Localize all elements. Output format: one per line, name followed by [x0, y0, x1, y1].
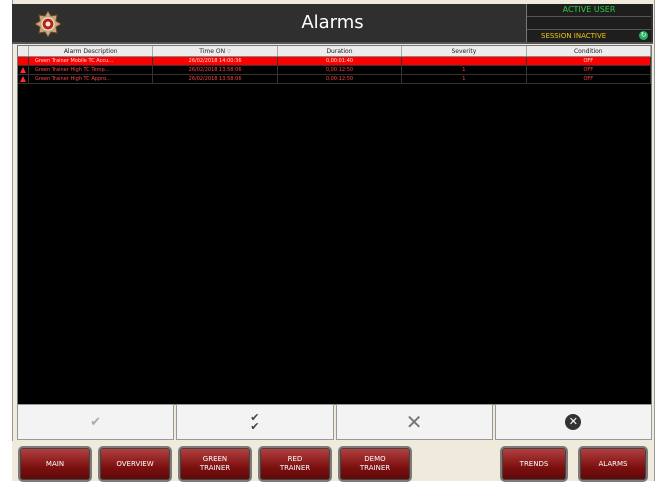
session-status[interactable]: SESSION INACTIVE ↻: [527, 30, 651, 42]
active-user-label: ACTIVE USER: [527, 4, 651, 17]
nav-green-trainer-label: GREEN TRAINER: [199, 455, 231, 472]
double-check-icon: ✔ ✔: [250, 411, 260, 433]
user-name-field: [527, 17, 651, 30]
column-header-severity[interactable]: Severity: [401, 46, 527, 57]
check-icon: ✔: [90, 414, 102, 430]
alarm-action-bar: ✔ ✔ ✔ ✕ ✕: [17, 404, 652, 440]
close-alarms-button[interactable]: ✕: [494, 404, 652, 440]
alarm-condition: OFF: [526, 74, 652, 84]
header-bar: Alarms ACTIVE USER SESSION INACTIVE ↻: [12, 4, 653, 44]
nav-demo-trainer-button[interactable]: DEMO TRAINER: [338, 446, 412, 482]
alarm-duration: 0,00:01:40: [277, 56, 403, 66]
nav-green-trainer-button[interactable]: GREEN TRAINER: [178, 446, 252, 482]
user-status-panel: ACTIVE USER SESSION INACTIVE ↻: [526, 4, 651, 42]
alarm-time-on: 26/02/2018 13:58:06: [152, 74, 278, 84]
column-header-time-on-label: Time ON: [199, 47, 226, 55]
column-header-description[interactable]: Alarm Description: [28, 46, 154, 57]
table-row[interactable]: Green Trainer Mobile TC Accu... 26/02/20…: [18, 56, 652, 66]
cross-icon: ✕: [405, 410, 423, 434]
nav-red-trainer-button[interactable]: RED TRAINER: [258, 446, 332, 482]
acknowledge-button[interactable]: ✔: [17, 404, 175, 440]
alarm-severity: 1: [401, 74, 527, 84]
alarm-time-on: 26/02/2018 14:00:36: [152, 56, 278, 66]
nav-alarms-label: ALARMS: [598, 459, 628, 468]
alarm-severity: [401, 56, 527, 66]
marker-column-header: [18, 46, 29, 57]
sort-indicator-icon: ▽: [227, 48, 231, 55]
alarm-time-on: 26/02/2018 13:58:06: [152, 65, 278, 75]
column-header-time-on[interactable]: Time ON ▽: [152, 46, 278, 57]
nav-trends-button[interactable]: TRENDS: [500, 446, 568, 482]
nav-main-label: MAIN: [45, 459, 65, 468]
nav-overview-label: OVERVIEW: [116, 459, 154, 468]
nav-overview-button[interactable]: OVERVIEW: [98, 446, 172, 482]
alarm-severity: 1: [401, 65, 527, 75]
nav-demo-trainer-label: DEMO TRAINER: [359, 455, 391, 472]
nav-red-trainer-label: RED TRAINER: [279, 455, 311, 472]
close-circle-icon: ✕: [565, 414, 582, 430]
alarm-condition: OFF: [526, 65, 652, 75]
column-header-condition[interactable]: Condition: [526, 46, 652, 57]
nav-alarms-button[interactable]: ALARMS: [578, 446, 648, 482]
alarm-description: Green Trainer High TC Temp...: [28, 65, 154, 75]
table-row[interactable]: Green Trainer High TC Temp... 26/02/2018…: [18, 65, 652, 75]
bottom-navigation: MAIN OVERVIEW GREEN TRAINER RED TRAINER …: [12, 441, 653, 482]
row-marker: [18, 65, 29, 75]
alarm-table[interactable]: Alarm Description Time ON ▽ Duration Sev…: [17, 45, 652, 405]
alarm-condition: OFF: [526, 56, 652, 66]
table-row[interactable]: Green Trainer High TC Appro... 26/02/201…: [18, 74, 652, 84]
nav-trends-label: TRENDS: [519, 459, 549, 468]
login-icon[interactable]: ↻: [639, 31, 648, 40]
row-marker: [18, 56, 29, 66]
warning-icon: [20, 75, 26, 82]
acknowledge-all-button[interactable]: ✔ ✔: [176, 404, 334, 440]
alarm-duration: 0,00:12:50: [277, 74, 403, 84]
nav-main-button[interactable]: MAIN: [18, 446, 92, 482]
column-header-duration[interactable]: Duration: [277, 46, 403, 57]
alarm-description: Green Trainer High TC Appro...: [28, 74, 154, 84]
warning-icon: [20, 66, 26, 73]
alarm-description: Green Trainer Mobile TC Accu...: [28, 56, 154, 66]
session-status-label: SESSION INACTIVE: [541, 32, 607, 40]
clear-button[interactable]: ✕: [335, 404, 493, 440]
row-marker: [18, 74, 29, 84]
table-header-row: Alarm Description Time ON ▽ Duration Sev…: [18, 46, 652, 57]
alarm-duration: 0,00:12:50: [277, 65, 403, 75]
